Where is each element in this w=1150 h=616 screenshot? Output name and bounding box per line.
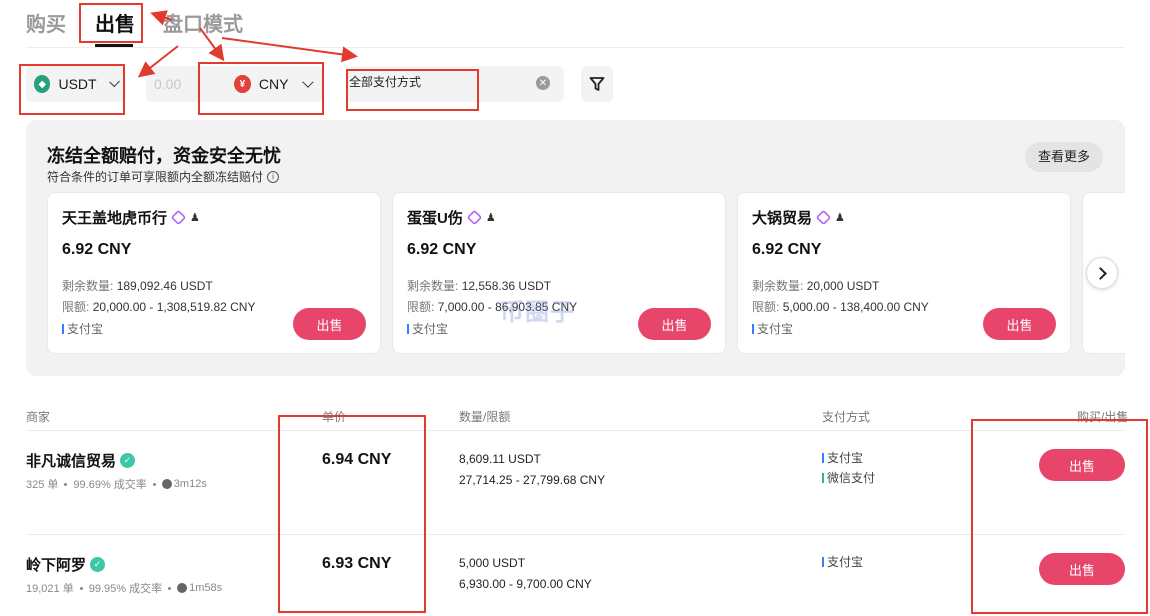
annotation-arrows [137,10,358,78]
